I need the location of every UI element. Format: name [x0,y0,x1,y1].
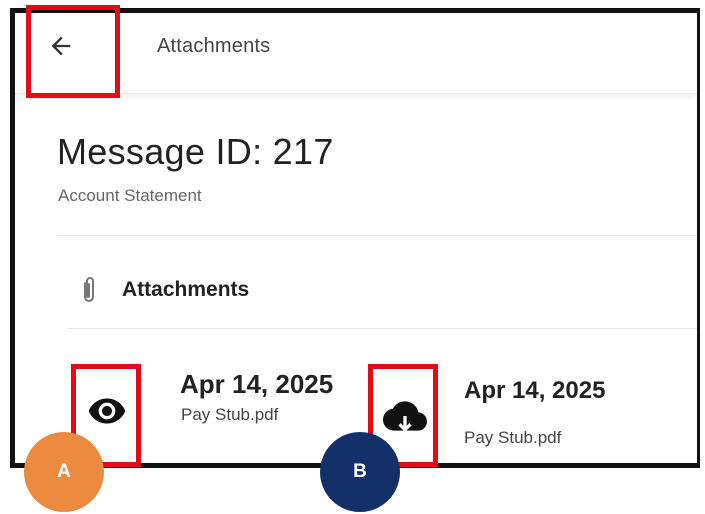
divider [57,235,697,236]
message-subtitle: Account Statement [58,186,202,205]
highlight-back-button [26,5,120,98]
callout-badge-b: B [320,432,400,512]
attachment-date: Apr 14, 2025 [180,369,334,399]
divider [67,328,697,329]
paperclip-icon [84,277,94,302]
message-title: Message ID: 217 [57,131,334,172]
page-title: Attachments [157,35,271,57]
attachment-filename: Pay Stub.pdf [464,428,562,447]
attachments-section-header: Attachments [80,270,249,310]
attachment-date: Apr 14, 2025 [464,377,606,404]
callout-badge-a: A [24,432,104,512]
attachments-label: Attachments [122,278,250,301]
attachment-filename: Pay Stub.pdf [181,405,279,424]
